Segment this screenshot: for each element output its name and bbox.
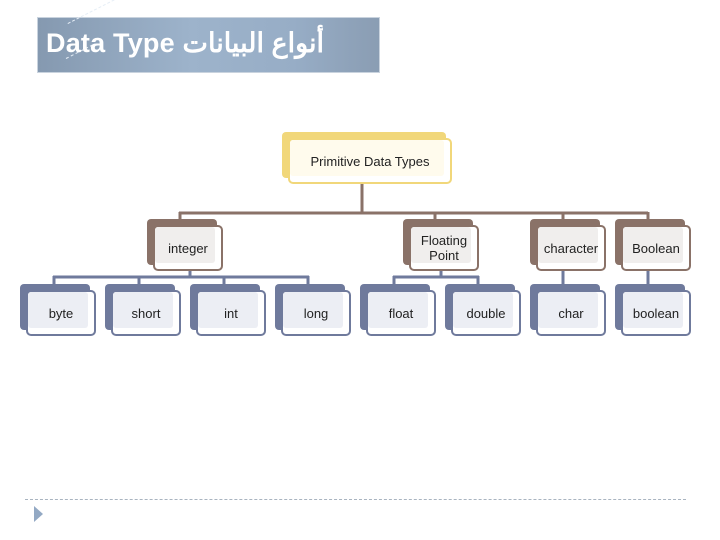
node-label: Boolean xyxy=(632,240,680,256)
node-short[interactable]: short xyxy=(105,284,181,336)
node-boolean[interactable]: Boolean xyxy=(615,219,691,271)
node-label: Floating Point xyxy=(420,233,468,263)
node-label: short xyxy=(131,305,161,321)
node-integer[interactable]: integer xyxy=(147,219,223,271)
node-label: float xyxy=(388,305,414,321)
node-primitive-data-types[interactable]: Primitive Data Types xyxy=(282,132,452,184)
node-double[interactable]: double xyxy=(445,284,521,336)
node-label: Primitive Data Types xyxy=(310,153,430,169)
footer-divider xyxy=(25,499,686,500)
node-label: long xyxy=(303,305,329,321)
node-label: integer xyxy=(168,240,208,256)
node-byte[interactable]: byte xyxy=(20,284,96,336)
node-label: character xyxy=(543,240,599,256)
arrow-right-icon xyxy=(34,506,43,522)
node-label: int xyxy=(224,305,238,321)
node-label: char xyxy=(558,305,584,321)
node-long[interactable]: long xyxy=(275,284,351,336)
node-float[interactable]: float xyxy=(360,284,436,336)
node-label: boolean xyxy=(632,305,680,321)
node-character[interactable]: character xyxy=(530,219,606,271)
connector-lines xyxy=(52,183,650,284)
node-int[interactable]: int xyxy=(190,284,266,336)
node-label: byte xyxy=(48,305,74,321)
node-label: double xyxy=(466,305,506,321)
node-char[interactable]: char xyxy=(530,284,606,336)
node-floating-point[interactable]: Floating Point xyxy=(403,219,479,271)
node-boolean-type[interactable]: boolean xyxy=(615,284,691,336)
